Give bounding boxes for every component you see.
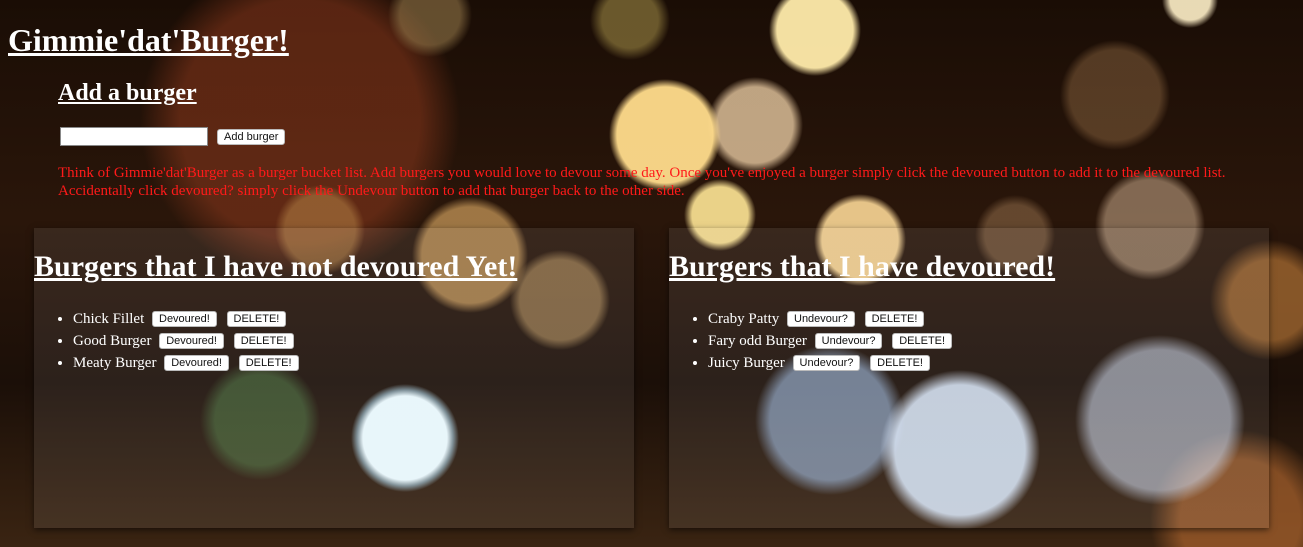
not-devoured-panel: Burgers that I have not devoured Yet! Ch… [34,228,634,528]
devoured-panel: Burgers that I have devoured! Craby Patt… [669,228,1269,528]
devoured-button[interactable]: Devoured! [152,311,217,327]
undevour-button[interactable]: Undevour? [792,355,861,371]
not-devoured-heading: Burgers that I have not devoured Yet! [34,250,518,283]
not-devoured-list: Chick Fillet Devoured! DELETE! Good Burg… [34,308,634,374]
add-burger-button[interactable]: Add burger [217,128,286,145]
add-burger-heading: Add a burger [58,80,197,106]
burger-name: Good Burger [73,333,152,349]
burger-name: Fary odd Burger [708,333,807,349]
devoured-button[interactable]: Devoured! [159,333,224,349]
undevour-button[interactable]: Undevour? [787,311,855,327]
burger-name: Chick Fillet [73,311,145,327]
list-item: Meaty Burger Devoured! DELETE! [73,352,634,374]
list-item: Chick Fillet Devoured! DELETE! [73,308,634,330]
page-title: Gimmie'dat'Burger! [8,22,289,58]
add-burger-section: Add a burger Add burger Think of Gimmie'… [58,80,1288,200]
burger-name-input[interactable] [60,127,208,146]
burger-name: Juicy Burger [708,355,785,371]
devoured-button[interactable]: Devoured! [164,355,229,371]
burger-name: Craby Patty [708,311,780,327]
delete-button[interactable]: DELETE! [870,355,930,371]
list-item: Juicy Burger Undevour? DELETE! [708,352,1269,374]
delete-button[interactable]: DELETE! [233,333,294,349]
devoured-heading: Burgers that I have devoured! [669,250,1056,283]
delete-button[interactable]: DELETE! [864,311,925,327]
list-item: Craby Patty Undevour? DELETE! [708,308,1269,330]
devoured-list: Craby Patty Undevour? DELETE! Fary odd B… [669,308,1269,374]
list-item: Fary odd Burger Undevour? DELETE! [708,330,1269,352]
delete-button[interactable]: DELETE! [892,333,953,349]
burger-name: Meaty Burger [73,355,157,371]
instructions-text: Think of Gimmie'dat'Burger as a burger b… [58,165,1226,199]
add-burger-form: Add burger [58,127,1288,146]
undevour-button[interactable]: Undevour? [814,333,883,349]
delete-button[interactable]: DELETE! [226,311,287,327]
delete-button[interactable]: DELETE! [238,355,299,371]
list-item: Good Burger Devoured! DELETE! [73,330,634,352]
